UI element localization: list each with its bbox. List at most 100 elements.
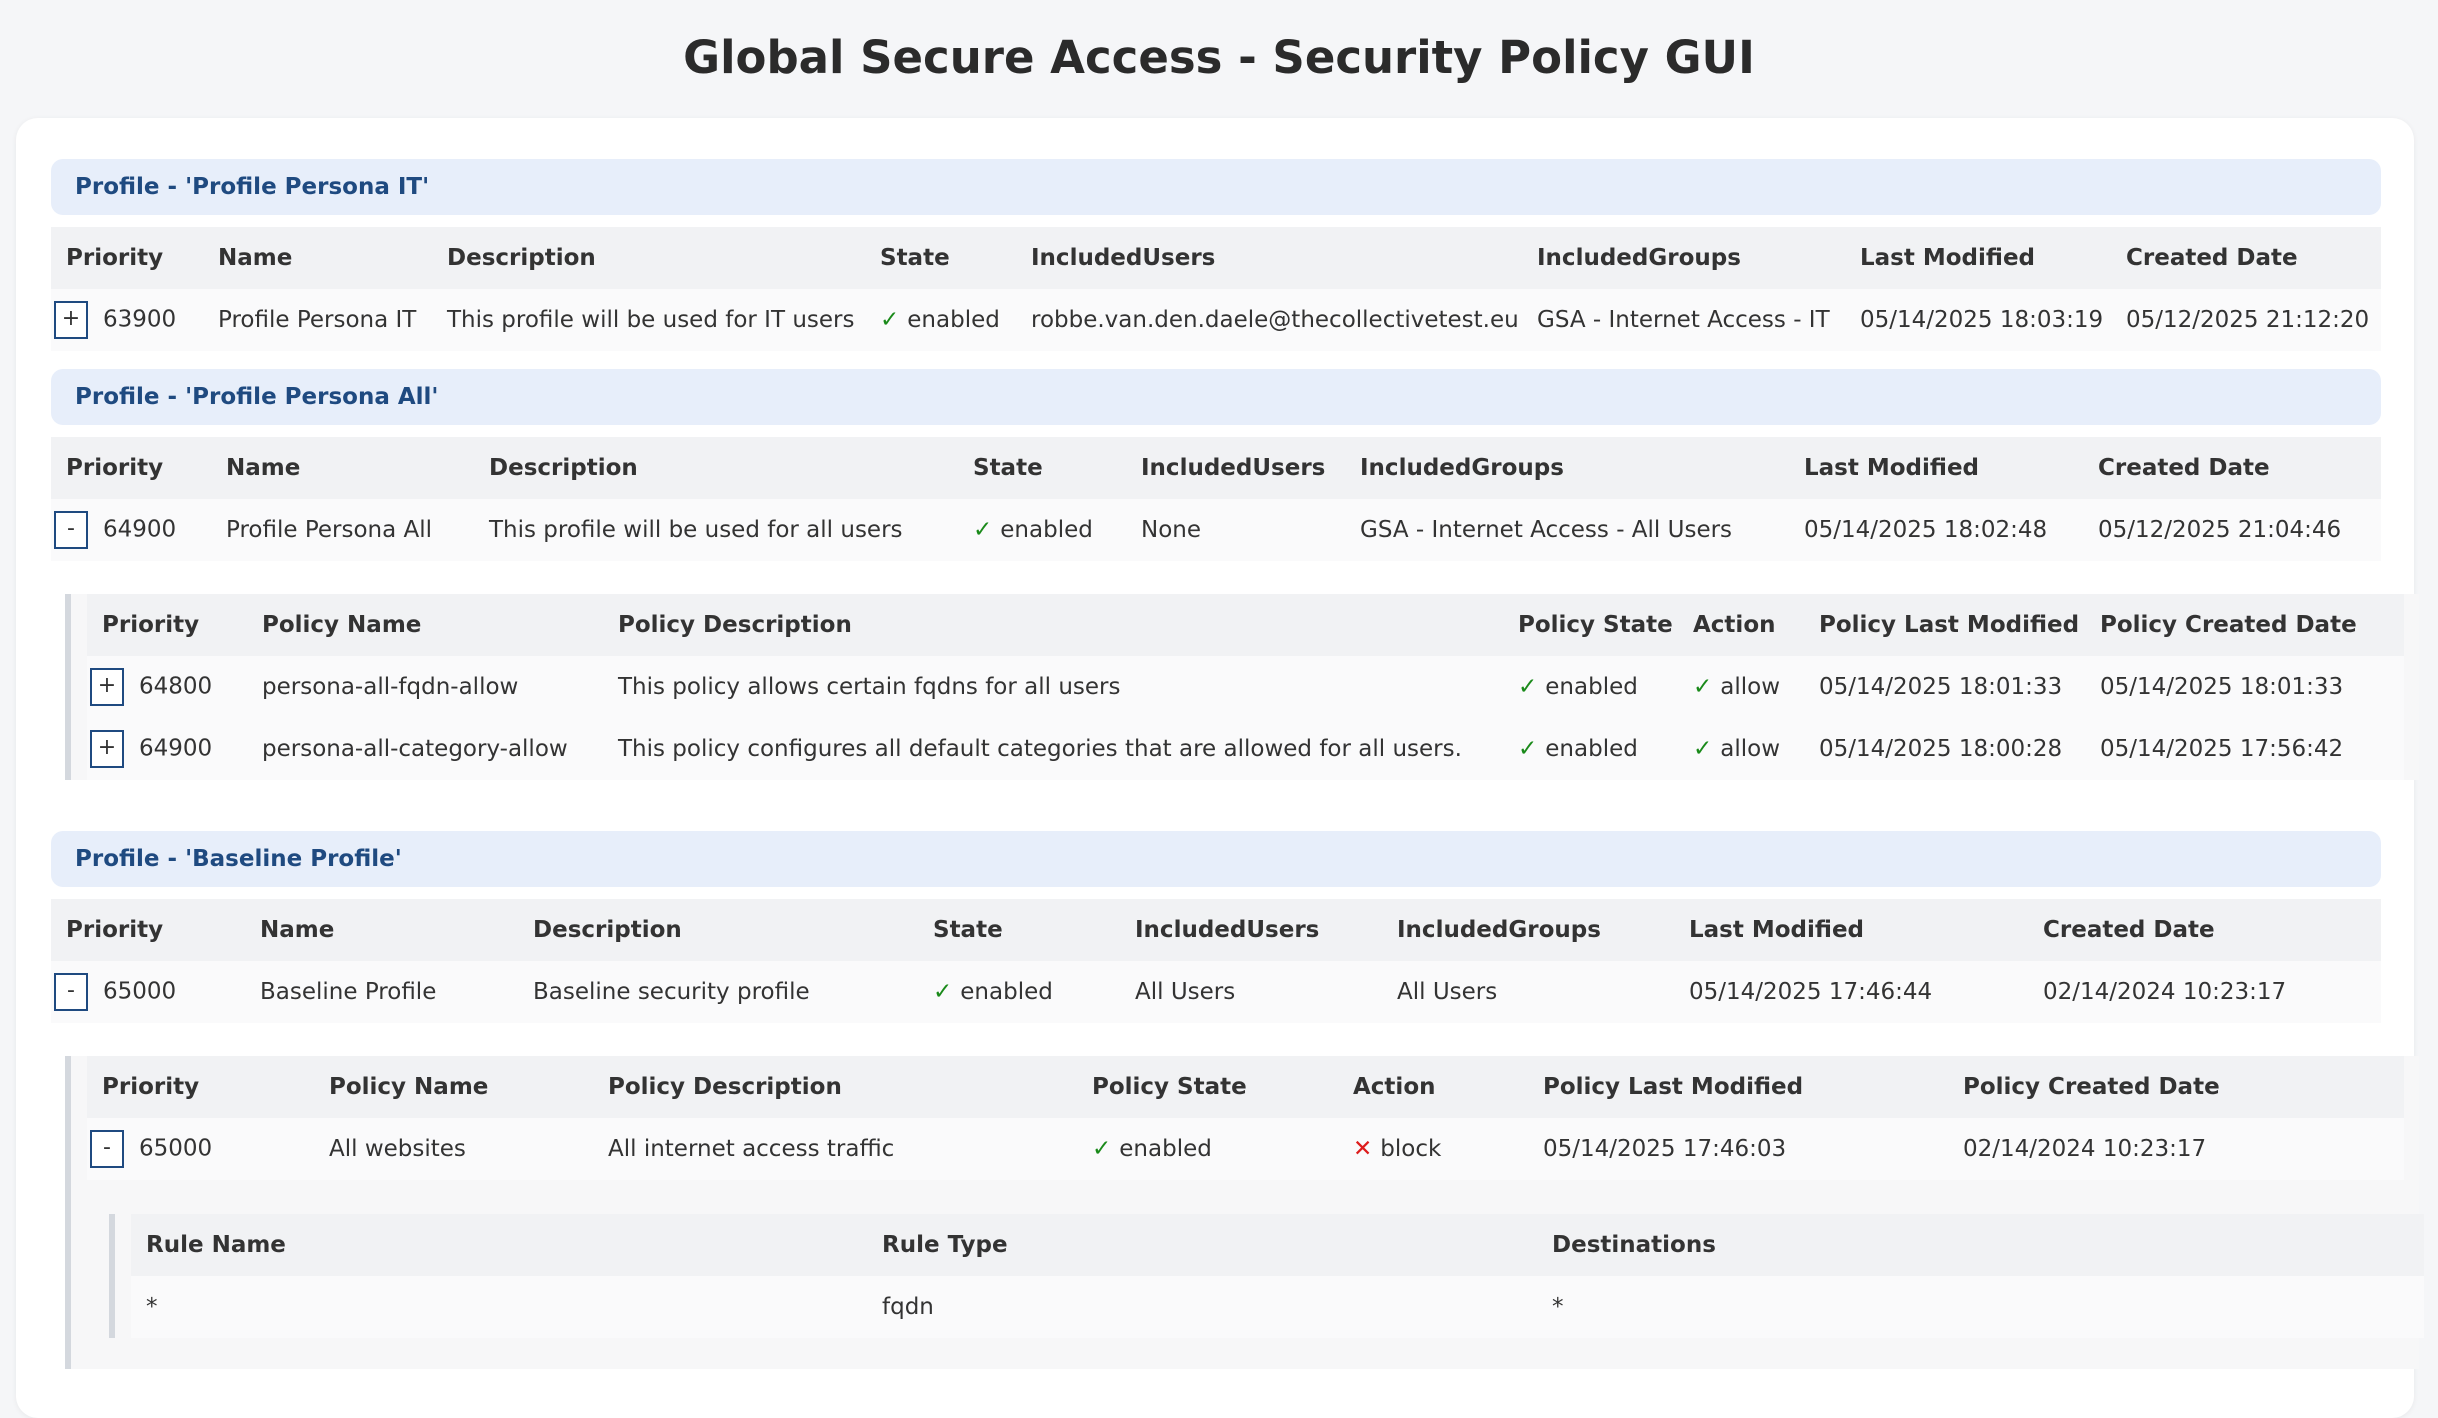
profile-included-users: All Users: [1120, 961, 1382, 1023]
profile-name: Baseline Profile: [245, 961, 518, 1023]
profile-name: Profile Persona IT: [203, 289, 432, 351]
state-cell: ✓ enabled: [865, 289, 1016, 351]
state-cell: ✓ enabled: [958, 499, 1126, 561]
policy-action: allow: [1720, 736, 1781, 762]
policy-last-modified: 05/14/2025 18:01:33: [1804, 656, 2085, 718]
col-name: Name: [211, 437, 474, 499]
profile-table: Priority Name Description State Included…: [51, 227, 2381, 351]
col-policy-last-modified: Policy Last Modified: [1804, 594, 2085, 656]
profile-state: enabled: [1000, 517, 1093, 543]
col-state: State: [918, 899, 1120, 961]
policy-action: block: [1380, 1136, 1442, 1162]
policy-container: Profile - 'Profile Persona IT' Priority …: [16, 118, 2424, 1418]
profile-row: +63900 Profile Persona IT This profile w…: [51, 289, 2381, 351]
policy-row: -65000 All websites All internet access …: [87, 1118, 2404, 1180]
col-description: Description: [518, 899, 918, 961]
expand-toggle-button[interactable]: +: [90, 730, 124, 768]
policy-created-date: 05/14/2025 18:01:33: [2085, 656, 2404, 718]
col-rule-name: Rule Name: [131, 1214, 867, 1276]
col-description: Description: [432, 227, 865, 289]
profile-included-groups: GSA - Internet Access - IT: [1522, 289, 1845, 351]
collapse-toggle-button[interactable]: -: [90, 1130, 124, 1168]
state-cell: ✓ enabled: [1503, 656, 1678, 718]
col-included-users: IncludedUsers: [1016, 227, 1522, 289]
profile-table: Priority Name Description State Included…: [51, 437, 2381, 561]
policy-state: enabled: [1545, 674, 1638, 700]
policy-last-modified: 05/14/2025 17:46:03: [1528, 1118, 1948, 1180]
priority-cell: -64900: [51, 499, 211, 561]
col-name: Name: [203, 227, 432, 289]
collapse-toggle-button[interactable]: -: [54, 511, 88, 549]
col-policy-last-modified: Policy Last Modified: [1528, 1056, 1948, 1118]
col-rule-type: Rule Type: [867, 1214, 1537, 1276]
state-cell: ✓ enabled: [1503, 718, 1678, 780]
col-policy-description: Policy Description: [593, 1056, 1077, 1118]
col-policy-created-date: Policy Created Date: [1948, 1056, 2404, 1118]
profile-header: Profile - 'Baseline Profile': [51, 831, 2381, 887]
profile-row: -64900 Profile Persona All This profile …: [51, 499, 2381, 561]
check-icon: ✓: [973, 517, 993, 543]
policy-table: Priority Policy Name Policy Description …: [87, 1056, 2404, 1180]
col-created-date: Created Date: [2111, 227, 2381, 289]
profile-description: Baseline security profile: [518, 961, 918, 1023]
col-policy-priority: Priority: [87, 594, 247, 656]
policy-action: allow: [1720, 674, 1781, 700]
policy-created-date: 02/14/2024 10:23:17: [1948, 1118, 2404, 1180]
policy-state: enabled: [1119, 1136, 1212, 1162]
expand-toggle-button[interactable]: +: [54, 301, 88, 339]
profile-priority: 63900: [103, 306, 177, 333]
profile-created-date: 02/14/2024 10:23:17: [2028, 961, 2381, 1023]
policy-table-header: Priority Policy Name Policy Description …: [87, 1056, 2404, 1118]
policy-table: Priority Policy Name Policy Description …: [87, 594, 2404, 780]
state-cell: ✓ enabled: [918, 961, 1120, 1023]
check-icon: ✓: [1518, 736, 1538, 762]
policy-priority: 64900: [139, 735, 213, 762]
rule-table: Rule Name Rule Type Destinations * fqdn …: [131, 1214, 2424, 1338]
profile-description: This profile will be used for all users: [474, 499, 958, 561]
col-policy-name: Policy Name: [247, 594, 603, 656]
policy-priority: 64800: [139, 673, 213, 700]
profile-last-modified: 05/14/2025 18:03:19: [1845, 289, 2111, 351]
profile-state: enabled: [960, 979, 1053, 1005]
action-cell: ✓ allow: [1678, 718, 1804, 780]
profile-name: Profile Persona All: [211, 499, 474, 561]
profile-table: Priority Name Description State Included…: [51, 899, 2381, 1023]
col-priority: Priority: [51, 227, 203, 289]
col-last-modified: Last Modified: [1845, 227, 2111, 289]
check-icon: ✓: [1092, 1136, 1112, 1162]
rule-row: * fqdn *: [131, 1276, 2424, 1338]
col-last-modified: Last Modified: [1674, 899, 2028, 961]
expand-toggle-button[interactable]: +: [90, 668, 124, 706]
policy-name: All websites: [314, 1118, 593, 1180]
col-action: Action: [1678, 594, 1804, 656]
col-state: State: [958, 437, 1126, 499]
check-icon: ✓: [1693, 736, 1713, 762]
priority-cell: +64800: [87, 656, 247, 718]
priority-cell: +64900: [87, 718, 247, 780]
col-included-groups: IncludedGroups: [1382, 899, 1674, 961]
col-state: State: [865, 227, 1016, 289]
col-policy-created-date: Policy Created Date: [2085, 594, 2404, 656]
col-policy-name: Policy Name: [314, 1056, 593, 1118]
check-icon: ✓: [880, 307, 900, 333]
col-name: Name: [245, 899, 518, 961]
profile-last-modified: 05/14/2025 17:46:44: [1674, 961, 2028, 1023]
profile-header: Profile - 'Profile Persona IT': [51, 159, 2381, 215]
profile-section-persona-it: Profile - 'Profile Persona IT' Priority …: [51, 159, 2381, 351]
collapse-toggle-button[interactable]: -: [54, 973, 88, 1011]
rule-destinations: *: [1537, 1276, 2424, 1338]
rule-name: *: [131, 1276, 867, 1338]
profile-included-users: robbe.van.den.daele@thecollectivetest.eu: [1016, 289, 1522, 351]
profile-header: Profile - 'Profile Persona All': [51, 369, 2381, 425]
state-cell: ✓ enabled: [1077, 1118, 1338, 1180]
col-included-users: IncludedUsers: [1120, 899, 1382, 961]
profile-state: enabled: [907, 307, 1000, 333]
policy-state: enabled: [1545, 736, 1638, 762]
policy-priority: 65000: [139, 1135, 213, 1162]
priority-cell: -65000: [51, 961, 245, 1023]
profile-table-header: Priority Name Description State Included…: [51, 899, 2381, 961]
col-policy-state: Policy State: [1077, 1056, 1338, 1118]
col-priority: Priority: [51, 437, 211, 499]
priority-cell: +63900: [51, 289, 203, 351]
policy-description: This policy configures all default categ…: [603, 718, 1503, 780]
